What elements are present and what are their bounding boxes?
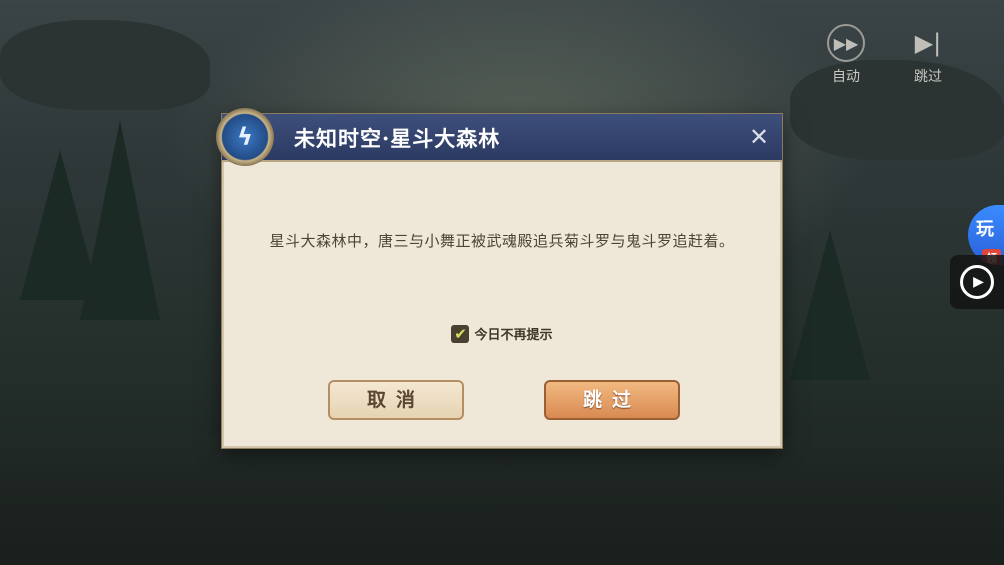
close-icon[interactable]: ✕ — [744, 122, 774, 152]
dont-remind-checkbox[interactable]: ✔ — [451, 324, 470, 343]
ground — [0, 435, 1004, 565]
dont-remind-today-row[interactable]: ✔ 今日不再提示 — [224, 324, 780, 343]
dialog-message: 星斗大森林中，唐三与小舞正被武魂殿追兵菊斗罗与鬼斗罗追赶着。 — [269, 232, 735, 250]
auto-play-icon: ▶▶ — [827, 24, 865, 62]
skip-forward-icon: ▶| — [914, 29, 942, 57]
dialog-title: 未知时空·星斗大森林 — [294, 126, 501, 151]
tree-decoration — [790, 230, 870, 380]
auto-label: 自动 — [832, 69, 860, 85]
cancel-button[interactable]: 取消 — [328, 380, 464, 420]
skip-top-label: 跳过 — [914, 69, 942, 85]
play-icon: ▶ — [960, 265, 994, 299]
skip-confirm-dialog: ϟ 未知时空·星斗大森林 ✕ 星斗大森林中，唐三与小舞正被武魂殿追兵菊斗罗与鬼斗… — [216, 108, 782, 448]
skip-button[interactable]: 跳过 — [544, 380, 680, 420]
tree-decoration — [80, 120, 160, 320]
side-badge-label: 玩 — [976, 219, 994, 240]
skip-top-button[interactable]: ▶| 跳过 — [904, 24, 952, 86]
dialog-titlebar: ϟ 未知时空·星斗大森林 ✕ — [216, 108, 782, 166]
cliff-rock — [0, 20, 210, 110]
dont-remind-label: 今日不再提示 — [474, 328, 553, 343]
auto-button[interactable]: ▶▶ 自动 — [822, 24, 870, 86]
lightning-emblem-icon: ϟ — [216, 108, 274, 166]
video-play-button[interactable]: ▶ — [950, 255, 1004, 309]
